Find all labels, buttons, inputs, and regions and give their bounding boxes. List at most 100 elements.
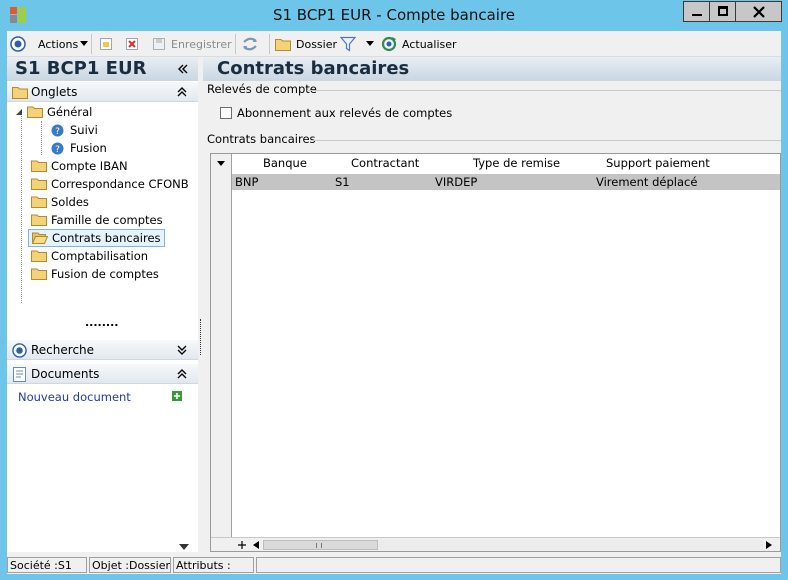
tree-label: Soldes xyxy=(51,195,89,209)
scroll-down-icon[interactable] xyxy=(179,544,189,550)
abonnement-label: Abonnement aux relevés de comptes xyxy=(237,106,453,120)
target-icon xyxy=(12,343,27,358)
group-divider xyxy=(311,140,781,141)
new-button[interactable] xyxy=(99,36,113,52)
onglets-section-header[interactable]: Onglets xyxy=(7,82,198,102)
folder-icon xyxy=(27,106,43,118)
onglets-label: Onglets xyxy=(31,85,78,99)
minimize-button[interactable] xyxy=(683,1,710,22)
toolbar-separator xyxy=(269,34,270,54)
actions-label: Actions xyxy=(38,37,79,51)
title-bar[interactable]: S1 BCP1 EUR - Compte bancaire xyxy=(0,0,788,31)
tree-item-famille[interactable]: Famille de comptes xyxy=(31,212,163,228)
tree-item-general[interactable]: Général xyxy=(15,104,92,120)
tree-label: Comptabilisation xyxy=(51,249,149,263)
documents-label: Documents xyxy=(31,367,100,381)
cell-contractant: S1 xyxy=(335,175,350,189)
scroll-left-icon[interactable] xyxy=(253,541,259,549)
documents-section-header[interactable]: Documents xyxy=(7,364,198,384)
tree-item-fusion-comptes[interactable]: Fusion de comptes xyxy=(31,266,159,282)
group-divider xyxy=(307,90,781,91)
column-header-banque[interactable]: Banque xyxy=(263,154,307,172)
chevron-up-double-icon[interactable] xyxy=(177,87,187,97)
save-icon xyxy=(153,38,165,50)
tree-line xyxy=(41,121,42,155)
tree-label: Correspondance CFONB xyxy=(51,177,189,191)
back-button[interactable] xyxy=(10,36,26,52)
abonnement-checkbox-row[interactable]: Abonnement aux relevés de comptes xyxy=(220,106,452,120)
dossier-label: Dossier xyxy=(296,37,338,51)
close-button[interactable] xyxy=(735,1,782,22)
horizontal-scrollbar-thumb[interactable] xyxy=(263,540,378,550)
refresh-icon xyxy=(381,36,397,52)
window-title: S1 BCP1 EUR - Compte bancaire xyxy=(272,6,516,24)
column-header-contractant[interactable]: Contractant xyxy=(351,154,419,172)
save-button[interactable]: Enregistrer xyxy=(152,36,232,52)
chevron-down-icon xyxy=(80,41,89,46)
cell-support-paiement: Virement déplacé xyxy=(596,175,698,189)
chevron-up-double-icon[interactable] xyxy=(177,369,187,379)
maximize-button[interactable] xyxy=(709,1,736,22)
scrollbar-grip-icon xyxy=(316,543,322,548)
column-header-type-remise[interactable]: Type de remise xyxy=(473,154,560,172)
grid-menu-triangle-icon[interactable] xyxy=(217,161,225,166)
tree-item-suivi[interactable]: ? Suivi xyxy=(51,122,98,138)
refresh-button[interactable]: Actualiser xyxy=(381,36,457,52)
expand-triangle-icon[interactable] xyxy=(15,108,23,116)
recherche-section-header[interactable]: Recherche xyxy=(7,340,198,360)
tree-item-contrats-selected[interactable]: Contrats bancaires xyxy=(28,229,165,247)
toolbar-separator xyxy=(235,34,236,54)
grid-header: Banque Contractant Type de remise Suppor… xyxy=(232,154,780,172)
folder-icon xyxy=(31,250,47,262)
tree-item-soldes[interactable]: Soldes xyxy=(31,194,89,210)
maximize-icon xyxy=(718,6,728,16)
folder-icon xyxy=(275,38,291,51)
sync-button[interactable] xyxy=(241,36,259,52)
table-row[interactable]: BNP S1 VIRDEP Virement déplacé xyxy=(232,174,780,190)
collapse-panel-icon[interactable] xyxy=(177,63,189,75)
scroll-right-icon[interactable] xyxy=(766,541,772,549)
splitter-dots xyxy=(200,319,201,355)
splitter-grip[interactable]: ........ xyxy=(85,317,118,328)
tree-item-compte-iban[interactable]: Compte IBAN xyxy=(31,158,128,174)
dossier-button[interactable]: Dossier xyxy=(275,36,337,52)
new-document-link[interactable]: Nouveau document xyxy=(18,390,131,404)
sync-icon xyxy=(243,37,257,51)
delete-button[interactable] xyxy=(125,36,139,52)
status-societe: Société :S1 xyxy=(7,557,87,573)
tree-item-cfonb[interactable]: Correspondance CFONB xyxy=(31,176,189,192)
tree-label: Fusion de comptes xyxy=(51,267,159,281)
status-attributs: Attributs : xyxy=(173,557,254,573)
column-header-support-paiement[interactable]: Support paiement xyxy=(606,154,710,172)
add-row-icon[interactable] xyxy=(238,541,246,549)
svg-text:?: ? xyxy=(55,127,60,137)
status-bar: Société :S1 Objet :Dossier Attributs : xyxy=(7,556,781,574)
status-empty-panel xyxy=(256,557,781,573)
minimize-icon xyxy=(692,14,702,16)
chevron-down-double-icon[interactable] xyxy=(177,345,187,355)
contrats-group-label: Contrats bancaires xyxy=(207,132,316,146)
left-panel-header: S1 BCP1 EUR xyxy=(7,57,198,81)
tree-label: Suivi xyxy=(70,123,98,137)
main-header: Contrats bancaires xyxy=(203,57,781,81)
document-icon xyxy=(13,367,26,382)
recherche-label: Recherche xyxy=(31,343,95,357)
horizontal-scrollbar-track[interactable] xyxy=(263,540,763,550)
add-icon[interactable] xyxy=(172,391,182,401)
cell-banque: BNP xyxy=(235,175,259,189)
abonnement-checkbox[interactable] xyxy=(220,107,232,119)
tree-item-comptabilisation[interactable]: Comptabilisation xyxy=(31,248,148,264)
svg-text:?: ? xyxy=(55,145,60,155)
delete-icon xyxy=(126,38,138,50)
status-objet: Objet :Dossier xyxy=(89,557,171,573)
filter-button[interactable] xyxy=(340,36,374,52)
chevron-down-icon xyxy=(366,41,374,46)
cell-type-remise: VIRDEP xyxy=(435,175,478,189)
client-area: Actions Enregistrer Dossier Actualiser S… xyxy=(7,31,781,574)
main-panel: Contrats bancaires Relevés de compte Abo… xyxy=(203,57,781,552)
tree-item-fusion[interactable]: ? Fusion xyxy=(51,140,107,156)
actions-menu[interactable]: Actions xyxy=(38,36,89,52)
close-icon xyxy=(753,6,765,18)
help-circle-icon: ? xyxy=(51,124,64,137)
contrats-grid: Banque Contractant Type de remise Suppor… xyxy=(210,153,781,552)
